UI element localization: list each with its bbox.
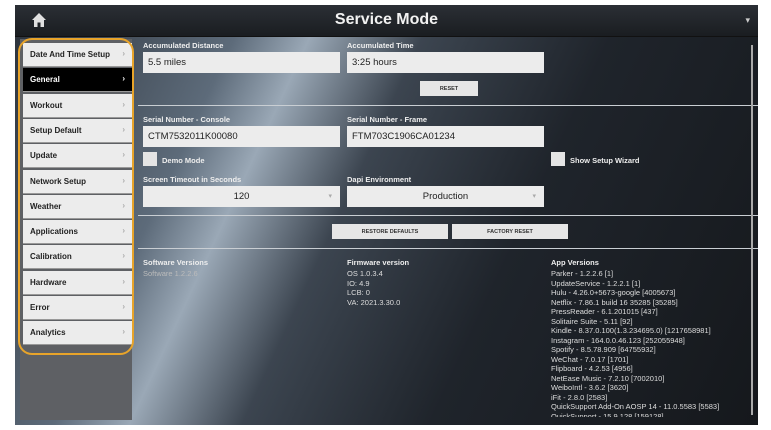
sidebar-item-general[interactable]: General ›	[23, 68, 132, 93]
list-item: LCB: 0	[347, 288, 370, 297]
scrollbar[interactable]	[751, 45, 753, 415]
sidebar-item-label: Analytics	[30, 328, 66, 338]
list-item: QuickSupport - 15.9.128 [159128]	[551, 411, 664, 418]
software-versions-label: Software Versions	[143, 258, 209, 267]
screen-timeout-label: Screen Timeout in Seconds	[143, 175, 242, 184]
accumulated-time-label: Accumulated Time	[347, 41, 414, 50]
list-item: Spotify - 8.5.78.909 [64755932]	[551, 345, 656, 354]
list-item: IO: 4.9	[347, 278, 370, 288]
list-item: VA: 2021.3.30.0	[347, 297, 401, 307]
list-item: Instagram - 164.0.0.46.123 [252055948]	[551, 335, 685, 345]
screen-timeout-select[interactable]: 120 ▾	[143, 186, 340, 207]
sidebar-item-label: Workout	[30, 100, 63, 110]
chevron-right-icon: ›	[122, 200, 125, 210]
sidebar-item-analytics[interactable]: Analytics ›	[23, 321, 132, 346]
sidebar-item-calibration[interactable]: Calibration ›	[23, 245, 132, 270]
serial-console-label: Serial Number - Console	[143, 115, 231, 124]
sidebar-item-label: Setup Default	[30, 125, 82, 135]
chevron-right-icon: ›	[122, 175, 125, 185]
header: Service Mode ▾	[15, 5, 758, 37]
sidebar-item-network-setup[interactable]: Network Setup ›	[23, 169, 132, 194]
accumulated-time-field[interactable]: 3:25 hours	[347, 52, 544, 73]
sidebar-item-error[interactable]: Error ›	[23, 296, 132, 320]
chevron-right-icon: ›	[122, 49, 125, 58]
list-item: Hulu - 4.26.0+5673-google [4005673]	[551, 288, 676, 297]
accumulated-distance-label: Accumulated Distance	[143, 41, 224, 50]
chevron-right-icon: ›	[122, 226, 125, 236]
list-item: QuickSupport Add-On AOSP 14 - 11.0.5583 …	[551, 402, 720, 411]
sidebar-item-workout[interactable]: Workout ›	[23, 93, 132, 118]
chevron-right-icon: ›	[122, 99, 125, 109]
sidebar-item-update[interactable]: Update ›	[23, 144, 132, 169]
divider	[138, 215, 758, 216]
list-item: UpdateService - 1.2.2.1 [1]	[551, 278, 641, 288]
sidebar-item-label: Weather	[30, 201, 62, 211]
serial-frame-field[interactable]: FTM703C1906CA01234	[347, 126, 544, 147]
sidebar-item-label: Applications	[30, 227, 79, 237]
list-item: WeiboIntl - 3.6.2 [3620]	[551, 383, 629, 392]
sidebar-item-label: Hardware	[30, 277, 67, 287]
screen-timeout-value: 120	[233, 191, 250, 202]
list-item: Parker - 1.2.2.6 [1]	[551, 269, 614, 278]
service-mode-window: Service Mode ▾ Date And Time Setup › Gener…	[15, 5, 758, 425]
sidebar-item-setup-default[interactable]: Setup Default ›	[23, 118, 132, 143]
list-item: OS 1.0.3.4	[347, 269, 383, 278]
list-item: Netflix - 7.86.1 build 16 35285 [35285]	[551, 297, 678, 307]
demo-mode-label: Demo Mode	[162, 156, 205, 165]
software-version: Software 1.2.2.6	[143, 269, 198, 278]
show-setup-wizard-checkbox[interactable]	[551, 152, 565, 166]
sidebar-item-weather[interactable]: Weather ›	[23, 194, 132, 219]
firmware-list: OS 1.0.3.4 IO: 4.9 LCB: 0 VA: 2021.3.30.0	[347, 269, 400, 307]
chevron-right-icon: ›	[122, 74, 125, 84]
chevron-right-icon: ›	[122, 327, 125, 337]
sidebar-item-applications[interactable]: Applications ›	[23, 220, 132, 245]
app-versions-label: App Versions	[551, 258, 599, 267]
list-item: iFit - 2.8.0 [2583]	[551, 392, 608, 402]
chevron-right-icon: ›	[122, 302, 125, 311]
chevron-right-icon: ›	[122, 276, 125, 286]
divider	[138, 105, 758, 106]
dapi-environment-select[interactable]: Production ▾	[347, 186, 544, 207]
chevron-down-icon: ▾	[328, 193, 332, 200]
serial-console-field[interactable]: CTM7532011K00080	[143, 126, 340, 147]
accumulated-distance-field[interactable]: 5.5 miles	[143, 52, 340, 73]
list-item: PressReader - 6.1.201015 [437]	[551, 307, 658, 316]
restore-defaults-button[interactable]: RESTORE DEFAULTS	[332, 224, 448, 239]
sidebar: Date And Time Setup › General › Workout › Setu…	[20, 39, 132, 420]
factory-reset-button[interactable]: FACTORY RESET	[452, 224, 568, 239]
sidebar-item-label: Network Setup	[30, 176, 87, 186]
sidebar-item-label: Error	[30, 303, 50, 312]
sidebar-item-date-and-time-setup[interactable]: Date And Time Setup ›	[23, 43, 132, 67]
firmware-version-label: Firmware version	[347, 258, 410, 267]
demo-mode-checkbox[interactable]	[143, 152, 157, 166]
list-item: Kindle - 8.37.0.100(1.3.234695.0) [12176…	[551, 326, 711, 335]
sidebar-item-label: Calibration	[30, 252, 72, 262]
reset-button[interactable]: RESET	[420, 81, 478, 96]
list-item: WeChat - 7.0.17 [1701]	[551, 354, 629, 364]
chevron-right-icon: ›	[122, 124, 125, 134]
dapi-environment-label: Dapi Environment	[347, 175, 412, 184]
sidebar-item-label: Update	[30, 151, 58, 161]
wifi-icon: ▾	[745, 15, 750, 25]
divider	[138, 248, 758, 249]
app-versions-list: Parker - 1.2.2.6 [1] UpdateService - 1.2.…	[551, 269, 719, 417]
dapi-environment-value: Production	[422, 191, 469, 202]
sidebar-item-label: Date And Time Setup	[30, 50, 111, 59]
list-item: NetEase Music - 7.2.10 [7002010]	[551, 373, 665, 383]
sidebar-item-label: General	[30, 75, 60, 85]
show-setup-wizard-label: Show Setup Wizard	[570, 156, 640, 165]
serial-frame-label: Serial Number - Frame	[347, 115, 428, 124]
list-item: Solitaire Suite - 5.11 [92]	[551, 316, 633, 326]
list-item: Flipboard - 4.2.53 [4956]	[551, 364, 633, 373]
page-title: Service Mode	[334, 11, 439, 28]
chevron-right-icon: ›	[122, 150, 125, 160]
chevron-right-icon: ›	[122, 251, 125, 261]
sidebar-item-hardware[interactable]: Hardware ›	[23, 270, 132, 295]
chevron-down-icon: ▾	[532, 193, 536, 200]
